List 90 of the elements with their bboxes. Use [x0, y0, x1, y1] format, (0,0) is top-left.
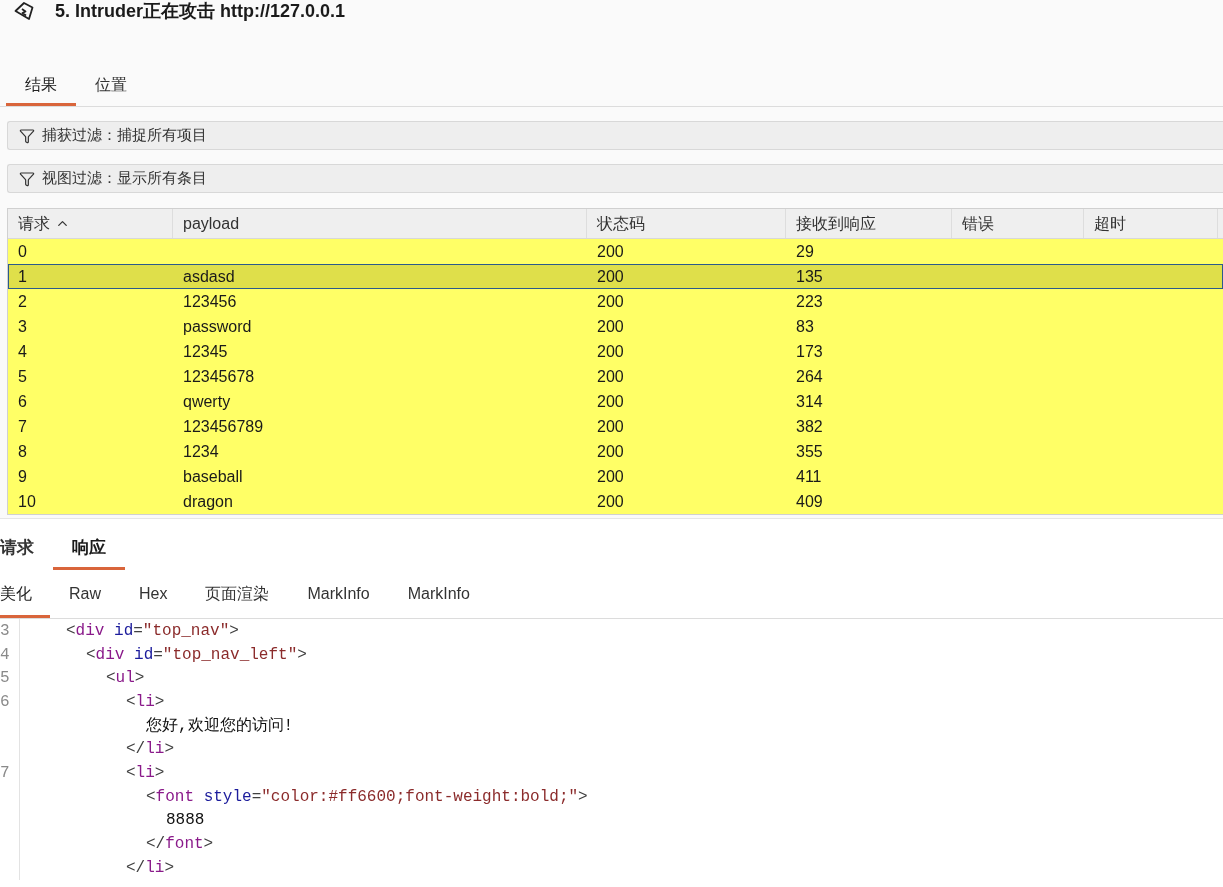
column-header[interactable]: 超时	[1084, 209, 1218, 238]
tab[interactable]: Hex	[120, 570, 187, 618]
table-cell: 135	[796, 266, 823, 287]
table-cell: qwerty	[183, 391, 231, 412]
column-header[interactable]: 接收到响应	[786, 209, 952, 238]
table-cell: 200	[597, 491, 624, 512]
table-cell: 200	[597, 291, 624, 312]
table-cell: 0	[18, 241, 27, 262]
table-row[interactable]: 2 123456 200 223	[8, 289, 1223, 314]
table-row[interactable]: 4 12345 200 173	[8, 339, 1223, 364]
table-cell: 411	[796, 466, 822, 487]
tab[interactable]: 位置	[76, 66, 146, 106]
table-cell: 200	[597, 416, 624, 437]
column-header[interactable]: payload	[173, 209, 587, 238]
table-cell: 200	[597, 466, 624, 487]
line-number: 5	[0, 668, 10, 689]
table-cell: 200	[597, 316, 624, 337]
code-line: </font>	[146, 834, 214, 855]
code-line: <div id="top_nav_left">	[86, 644, 307, 665]
table-cell: 355	[796, 441, 823, 462]
table-row[interactable]: 10 dragon 200 409	[8, 489, 1223, 514]
table-cell: 7	[18, 416, 27, 437]
filter-bar[interactable]: 视图过滤：显示所有条目	[7, 164, 1223, 193]
table-cell: 3	[18, 316, 27, 337]
code-line: 8888	[166, 810, 205, 831]
table-row[interactable]: 7 123456789 200 382	[8, 414, 1223, 439]
code-line: <ul>	[106, 668, 145, 689]
column-header[interactable]: 请求	[8, 209, 173, 238]
table-cell: 1234	[183, 441, 219, 462]
table-cell: 382	[796, 416, 823, 437]
tab[interactable]: 请求	[0, 529, 53, 570]
filter-icon	[19, 127, 35, 144]
code-line: 您好,欢迎您的访问!	[146, 715, 294, 736]
table-cell: 200	[597, 266, 624, 287]
code-line: <div id="top_nav">	[66, 620, 239, 641]
line-number: 6	[0, 691, 10, 712]
table-cell: 314	[796, 391, 823, 412]
code-line: <font style="color:#ff6600;font-weight:bold;">	[146, 786, 588, 807]
line-number: 3	[0, 620, 10, 641]
table-cell: 223	[796, 291, 823, 312]
table-cell: baseball	[183, 466, 243, 487]
tab[interactable]: 结果	[6, 66, 76, 106]
tab[interactable]: 页面渲染	[186, 570, 289, 618]
table-cell: 10	[18, 491, 36, 512]
table-cell: 1	[18, 266, 27, 287]
table-row[interactable]: 1 asdasd 200 135	[8, 264, 1223, 289]
table-cell: 12345	[183, 341, 228, 362]
column-header[interactable]: 错误	[952, 209, 1084, 238]
table-cell: asdasd	[183, 266, 235, 287]
table-cell: 8	[18, 441, 27, 462]
code-line: <li>	[126, 762, 165, 783]
code-line: <li>	[126, 691, 165, 712]
table-cell: 200	[597, 241, 624, 262]
column-header[interactable]: 状态码	[587, 209, 786, 238]
table-row[interactable]: 6 qwerty 200 314	[8, 389, 1223, 414]
table-cell: 200	[597, 366, 624, 387]
table-cell: 200	[597, 441, 624, 462]
table-cell: 264	[796, 366, 823, 387]
line-number: 4	[0, 644, 10, 665]
table-cell: 173	[796, 341, 823, 362]
table-cell: 200	[597, 391, 624, 412]
tab[interactable]: MarkInfo	[388, 570, 489, 618]
table-cell: 123456	[183, 291, 237, 312]
table-cell: dragon	[183, 491, 233, 512]
line-number: 7	[0, 762, 10, 783]
table-cell: 123456789	[183, 416, 264, 437]
table-cell: 409	[796, 491, 823, 512]
table-cell: 6	[18, 391, 27, 412]
filter-icon	[19, 170, 35, 187]
window-title: 5. Intruder正在攻击 http://127.0.0.1	[55, 0, 346, 22]
table-cell: 12345678	[183, 366, 255, 387]
code-line: </li>	[126, 739, 174, 760]
table-cell: password	[183, 316, 252, 337]
code-line: </li>	[126, 857, 174, 878]
table-row[interactable]: 5 12345678 200 264	[8, 364, 1223, 389]
table-row[interactable]: 9 baseball 200 411	[8, 464, 1223, 489]
table-cell: 9	[18, 466, 27, 487]
table-cell: 200	[597, 341, 624, 362]
table-cell: 29	[796, 241, 814, 262]
tab[interactable]: Raw	[50, 570, 120, 618]
tab[interactable]: MarkInfo	[288, 570, 389, 618]
filter-bar[interactable]: 捕获过滤：捕捉所有项目	[7, 121, 1223, 150]
diamond-bolt-icon	[13, 1, 34, 21]
table-cell: 4	[18, 341, 27, 362]
table-cell: 5	[18, 366, 27, 387]
table-cell: 83	[796, 316, 814, 337]
table-cell: 2	[18, 291, 27, 312]
table-row[interactable]: 3 password 200 83	[8, 314, 1223, 339]
table-row[interactable]: 0 200 29	[8, 239, 1223, 264]
table-row[interactable]: 8 1234 200 355	[8, 439, 1223, 464]
